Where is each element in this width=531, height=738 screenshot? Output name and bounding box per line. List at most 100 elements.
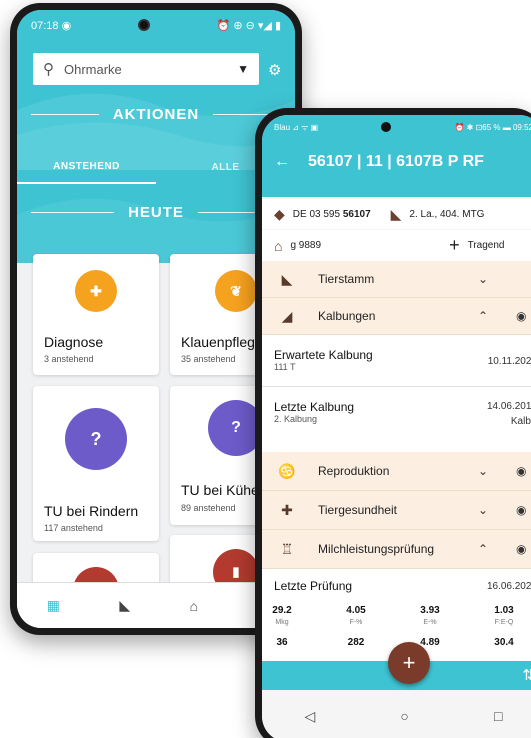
card-subtitle: 89 anstehend <box>181 503 236 513</box>
card-title: TU bei Kühen <box>181 482 267 498</box>
detail-header: Blau ⊿ ᯤ ▣ ⏰ ✱ ⊡65 % ▬ 09:52 ← 56107 | 1… <box>262 115 531 197</box>
section-tiergesundheit[interactable]: ✚ Tiergesundheit ⌄ ◉ <box>262 491 531 530</box>
back-arrow-icon[interactable]: ← <box>274 153 290 171</box>
eye-icon[interactable]: ◉ <box>516 542 526 556</box>
status-right: ⏰ ✱ ⊡65 % ▬ 09:52 <box>454 122 531 132</box>
dropdown-icon[interactable]: ▼ <box>237 62 249 76</box>
section-actions: AKTIONEN <box>17 106 295 123</box>
stat-value: 30.4 <box>494 637 514 648</box>
card-title: Diagnose <box>44 334 104 350</box>
reproduction-icon: ♋ <box>278 462 296 479</box>
chevron-up-icon[interactable]: ⌃ <box>478 542 488 556</box>
home-icon[interactable]: ○ <box>400 708 408 724</box>
barn-value: g 9889 <box>290 240 322 251</box>
search-icon: ⚲ <box>43 61 54 78</box>
section-label: Tiergesundheit <box>318 503 397 517</box>
back-icon[interactable]: ◁ <box>305 708 316 725</box>
last-calving-sub: 2. Kalbung <box>274 414 318 424</box>
card-subtitle: 117 anstehend <box>44 523 103 533</box>
ear-tag-row: ◆ DE 03 595 56107 ◣ 2. La., 404. MTG <box>262 199 531 229</box>
stat-value: 282 <box>347 637 365 648</box>
actions-header: 07:18 ◉ ⏰ ⊕ ⊖ ▾◢ ▮ ⚲ Ohrmarke ▼ ⚙ AKTION… <box>17 10 295 263</box>
cow-icon: ◣ <box>281 270 293 287</box>
stat-unit: F-% <box>349 619 363 626</box>
stat-value: 36 <box>276 637 288 648</box>
dashboard-icon[interactable]: ▦ <box>47 597 60 614</box>
barn-icon[interactable]: ⌂ <box>190 598 198 614</box>
add-button[interactable]: + <box>388 642 430 684</box>
status-bar: 07:18 ◉ ⏰ ⊕ ⊖ ▾◢ ▮ <box>17 10 295 40</box>
stat-value: 29.2 <box>272 605 292 616</box>
plus-icon[interactable]: + <box>449 235 460 256</box>
stat-value: 4.05 <box>346 605 366 616</box>
ear-tag-number: 56107 <box>342 208 371 220</box>
notification-icon: ◉ <box>61 19 72 32</box>
first-aid-icon: ✚ <box>281 501 293 518</box>
expected-calving-row: Erwartete Kalbung 111 T 10.11.2020 <box>262 335 531 387</box>
chevron-down-icon[interactable]: ⌄ <box>478 503 488 517</box>
section-milch[interactable]: ♖ Milchleistungsprüfung ⌃ ◉ <box>262 530 531 569</box>
chevron-down-icon[interactable]: ⌄ <box>478 464 488 478</box>
status-icons: ⏰ ⊕ ⊖ ▾◢ ▮ <box>216 19 281 32</box>
pregnant-status: Tragend <box>467 240 505 251</box>
expected-calving-date: 10.11.2020 <box>487 356 531 367</box>
first-aid-icon: ✚ <box>75 270 117 312</box>
status-bar: Blau ⊿ ᯤ ▣ ⏰ ✱ ⊡65 % ▬ 09:52 <box>262 115 531 139</box>
camera-icon <box>381 122 392 132</box>
search-input[interactable]: Ohrmarke <box>64 62 122 77</box>
milk-icon: ♖ <box>280 540 294 557</box>
right-phone-screen: Blau ⊿ ᯤ ▣ ⏰ ✱ ⊡65 % ▬ 09:52 ← 56107 | 1… <box>262 115 531 738</box>
bottom-nav: ▦ ◣ ⌂ ▮ <box>17 582 295 628</box>
cow-question-icon: ? <box>65 408 127 470</box>
right-phone: Blau ⊿ ᯤ ▣ ⏰ ✱ ⊡65 % ▬ 09:52 ← 56107 | 1… <box>255 108 531 738</box>
section-label: Reproduktion <box>318 464 390 478</box>
status-time: 07:18 <box>31 19 59 32</box>
cow-icon[interactable]: ◣ <box>119 597 130 614</box>
tab-anstehend[interactable]: ANSTEHEND <box>17 150 156 184</box>
recents-icon[interactable]: □ <box>494 708 502 724</box>
card-subtitle: 35 anstehend <box>181 354 236 364</box>
barn-row: ⌂ g 9889 + Tragend <box>262 230 531 261</box>
camera-icon <box>137 19 150 31</box>
card-tu-rindern[interactable]: ? TU bei Rindern 117 anstehend <box>33 386 159 541</box>
system-nav: ◁ ○ □ <box>262 690 531 738</box>
animal-title: 56107 | 11 | 6107B P RF <box>308 153 484 170</box>
calf-icon: ◢ <box>281 307 293 324</box>
eye-icon[interactable]: ◉ <box>516 503 526 517</box>
stat-value: 1.03 <box>494 605 514 616</box>
status-left: Blau ⊿ ᯤ ▣ <box>274 122 319 132</box>
eye-icon[interactable]: ◉ <box>516 309 526 323</box>
ear-tag-icon: ◆ <box>274 205 285 222</box>
stat-unit: F:E-Q <box>494 619 514 626</box>
section-today: HEUTE <box>17 204 295 221</box>
chevron-down-icon[interactable]: ⌄ <box>478 272 488 286</box>
card-subtitle: 3 anstehend <box>44 354 94 364</box>
section-today-label: HEUTE <box>128 204 184 221</box>
section-label: Tierstamm <box>318 272 375 286</box>
sort-icon[interactable]: ⇅ <box>522 666 531 684</box>
page-title: ← 56107 | 11 | 6107B P RF <box>274 153 484 171</box>
section-reproduktion[interactable]: ♋ Reproduktion ⌄ ◉ <box>262 452 531 491</box>
barn-icon: ⌂ <box>274 237 283 254</box>
card-title: TU bei Rindern <box>44 503 139 519</box>
last-calving-row: Letzte Kalbung 2. Kalbung 14.06.2019 Kal… <box>262 387 531 452</box>
cow-icon: ◣ <box>390 205 402 222</box>
eye-icon[interactable]: ◉ <box>516 464 526 478</box>
left-phone-screen: 07:18 ◉ ⏰ ⊕ ⊖ ▾◢ ▮ ⚲ Ohrmarke ▼ ⚙ AKTION… <box>17 10 295 628</box>
section-actions-label: AKTIONEN <box>112 106 200 123</box>
last-test-date: 16.06.2020 <box>486 581 531 592</box>
gear-icon[interactable]: ⚙ <box>268 61 281 79</box>
ear-tag-search[interactable]: ⚲ Ohrmarke ▼ <box>33 53 259 85</box>
stat-unit: Mkg <box>275 619 289 626</box>
section-label: Milchleistungsprüfung <box>318 542 435 556</box>
ear-tag-prefix: DE 03 595 <box>292 208 341 220</box>
last-calving-date: 14.06.2019 <box>486 401 531 412</box>
tab-bar: ANSTEHEND ALLE <box>17 150 295 184</box>
chevron-up-icon[interactable]: ⌃ <box>478 309 488 323</box>
hoof-icon: ❦ <box>215 270 257 312</box>
section-kalbungen[interactable]: ◢ Kalbungen ⌃ ◉ <box>262 298 531 335</box>
card-title: Klauenpflege <box>181 334 263 350</box>
card-diagnose[interactable]: ✚ Diagnose 3 anstehend <box>33 254 159 375</box>
section-label: Kalbungen <box>318 309 376 323</box>
section-tierstamm[interactable]: ◣ Tierstamm ⌄ <box>262 261 531 298</box>
